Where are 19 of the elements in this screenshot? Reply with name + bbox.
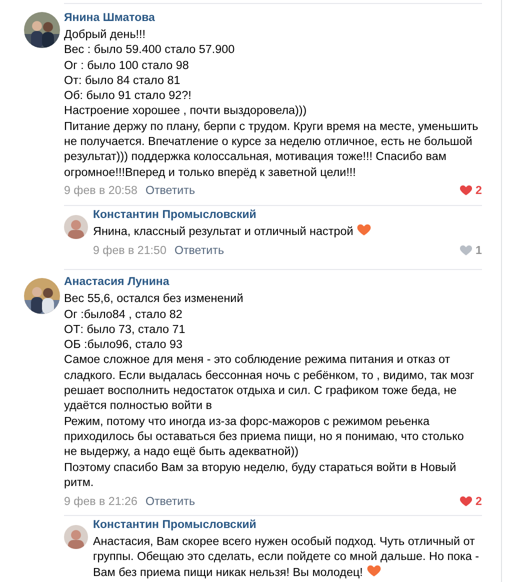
reply-link[interactable]: Ответить	[145, 494, 195, 508]
like-count: 2	[476, 184, 482, 198]
heart-icon[interactable]	[460, 496, 472, 507]
reply-link[interactable]: Ответить	[174, 244, 224, 257]
heart-icon[interactable]	[460, 185, 472, 196]
comment-text: Анастасия, Вам скорее всего нужен особый подход. Чуть отличный от группы. Обещаю это сделать, если пойдете со мной дальше. Но пока - Вам без приема пищи никак нельзя! Вы молодец!	[93, 534, 480, 580]
comment-date: 9 фев в 21:26	[64, 494, 138, 508]
reply-link[interactable]: Ответить	[145, 184, 195, 198]
comment-date: 9 фев в 20:58	[64, 184, 138, 198]
author-name[interactable]: Анастасия Лунина	[64, 275, 482, 290]
author-name[interactable]: Янина Шматова	[64, 11, 482, 26]
like-count: 2	[476, 494, 482, 508]
comment-text: Янина, классный результат и отличный настрой	[93, 224, 482, 240]
author-name[interactable]: Константин Промысловский	[93, 208, 482, 223]
like-count: 1	[476, 244, 482, 257]
comment-text: Вес 55,6, остался без изменений Ог :было84 , стало 82 ОТ: было 73, стало 71 ОБ :было96, стало 93 Самое сложное для меня - это соблюдение режима питания и отказ от сладкого. Если выдалась бессонная ночь с ребёнком, то , видимо, так мозг решает восполнить недостаток отдыха и сил. С графиком тоже беда, не удаётся полностью войти в Режим, потому что иногда из-за форс-мажоров с режимом реьенка приходилось бы оставаться без приема пищи, но я понимаю, что столько не выдержу, а надо ещё быть адекватной)) Поэтому спасибо Вам за вторую неделю, буду стараться войти в Новый ритм.	[64, 291, 476, 490]
author-name[interactable]: Константин Промысловский	[93, 518, 482, 534]
comment-text: Добрый день!!! Вес : было 59.400 стало 57.900 Ог : было 100 стало 98 От: было 84 стало 81 Об: было 91 стало 92?! Настроение хорошее , почти выздоровела))) Питание держу по плану, берпи с трудом. Круги время на месте, уменьшить не получается. Впечатление о курсе за неделю отличное, есть не большой результат))) поддержка колоссальная, мотивация тоже!!! Спасибо вам огромное!!!Вперед и только вперёд к заветной цели!!!	[64, 27, 480, 180]
comment-date: 9 фев в 21:50	[93, 244, 166, 257]
